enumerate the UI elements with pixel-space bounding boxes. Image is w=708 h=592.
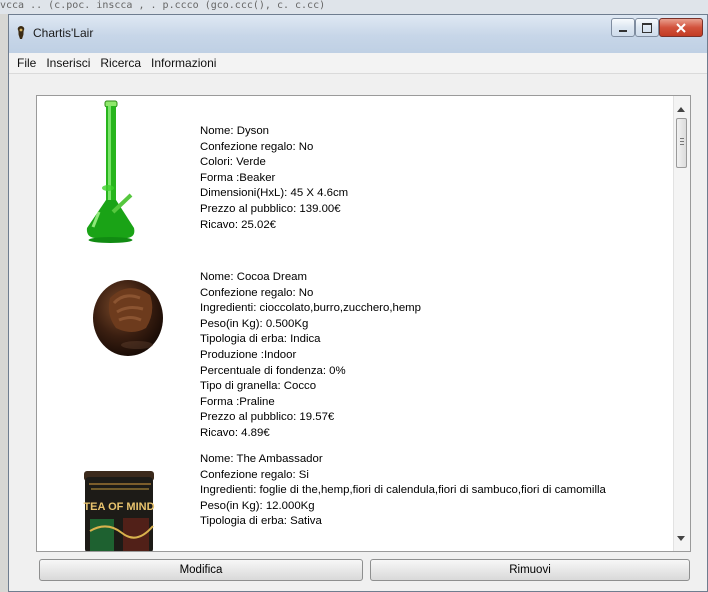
menu-bar: File Inserisci Ricerca Informazioni bbox=[9, 53, 707, 74]
detail-profit: Ricavo: 4.89€ bbox=[200, 426, 270, 439]
minimize-button[interactable] bbox=[611, 18, 635, 37]
chocolate-praline-image bbox=[93, 280, 163, 356]
tea-tin-image: TEA OF MIND bbox=[83, 471, 155, 551]
window-title: Chartis'Lair bbox=[33, 26, 94, 40]
detail-production: Produzione :Indoor bbox=[200, 348, 297, 361]
title-bar[interactable]: Chartis'Lair bbox=[9, 15, 707, 54]
menu-file[interactable]: File bbox=[12, 56, 41, 70]
background-window-strip: vcca .. (c.poc. inscca , . p.ccco (gco.c… bbox=[0, 0, 708, 14]
detail-weight: Peso(in Kg): 0.500Kg bbox=[200, 317, 309, 330]
grip-line bbox=[680, 138, 684, 139]
vertical-scrollbar[interactable] bbox=[673, 96, 690, 551]
scroll-down-icon[interactable] bbox=[677, 536, 685, 541]
detail-name: Nome: Dyson bbox=[200, 125, 270, 137]
green-glass-bong-image bbox=[86, 100, 135, 243]
detail-price: Prezzo al pubblico: 139.00€ bbox=[200, 202, 341, 215]
minimize-icon bbox=[619, 30, 627, 32]
detail-shape: Forma :Praline bbox=[200, 395, 275, 408]
product-details: Nome: The Ambassador Confezione regalo: … bbox=[200, 452, 606, 530]
app-icon bbox=[17, 26, 25, 39]
detail-name: Nome: The Ambassador bbox=[200, 453, 323, 465]
detail-price: Prezzo al pubblico: 19.57€ bbox=[200, 411, 335, 424]
detail-weight: Peso(in Kg): 12.000Kg bbox=[200, 499, 315, 512]
scroll-up-icon[interactable] bbox=[677, 107, 685, 112]
grip-line bbox=[680, 141, 684, 142]
detail-name: Nome: Cocoa Dream bbox=[200, 271, 307, 283]
menu-ricerca[interactable]: Ricerca bbox=[95, 56, 146, 70]
tea-tin-label: TEA OF MIND bbox=[83, 501, 154, 513]
menu-informazioni[interactable]: Informazioni bbox=[146, 56, 221, 70]
detail-colors: Colori: Verde bbox=[200, 156, 266, 169]
product-list[interactable]: Nome: Dyson Confezione regalo: No Colori… bbox=[36, 95, 691, 552]
close-icon bbox=[676, 22, 686, 33]
detail-melt-percentage: Percentuale di fondenza: 0% bbox=[200, 364, 346, 377]
product-item-the-ambassador[interactable]: TEA OF MIND Nome: The Ambassador Confezi… bbox=[37, 452, 673, 551]
remove-button[interactable]: Rimuovi bbox=[370, 559, 690, 581]
product-details: Nome: Dyson Confezione regalo: No Colori… bbox=[200, 124, 348, 233]
detail-gift-wrap: Confezione regalo: Si bbox=[200, 468, 309, 481]
product-item-cocoa-dream[interactable]: Nome: Cocoa Dream Confezione regalo: No … bbox=[37, 254, 673, 442]
scroll-thumb[interactable] bbox=[676, 118, 687, 168]
detail-herb-type: Tipologia di erba: Sativa bbox=[200, 515, 322, 528]
close-button[interactable] bbox=[659, 18, 703, 37]
grip-line bbox=[680, 144, 684, 145]
menu-inserisci[interactable]: Inserisci bbox=[41, 56, 95, 70]
maximize-button[interactable] bbox=[635, 18, 659, 37]
detail-shape: Forma :Beaker bbox=[200, 171, 276, 184]
product-details: Nome: Cocoa Dream Confezione regalo: No … bbox=[200, 270, 421, 442]
detail-profit: Ricavo: 25.02€ bbox=[200, 218, 276, 231]
background-text: vcca .. (c.poc. inscca , . p.ccco (gco.c… bbox=[0, 0, 326, 11]
detail-ingredients: Ingredienti: foglie di the,hemp,fiori di… bbox=[200, 484, 606, 497]
maximize-icon bbox=[642, 22, 652, 33]
detail-grain-type: Tipo di granella: Cocco bbox=[200, 380, 317, 393]
detail-ingredients: Ingredienti: cioccolato,burro,zucchero,h… bbox=[200, 302, 421, 315]
detail-dimensions: Dimensioni(HxL): 45 X 4.6cm bbox=[200, 187, 349, 200]
modify-button[interactable]: Modifica bbox=[39, 559, 363, 581]
background-window-edge bbox=[0, 14, 8, 592]
detail-gift-wrap: Confezione regalo: No bbox=[200, 286, 314, 299]
main-window: Chartis'Lair File Inserisci Ricerca Info… bbox=[8, 14, 708, 592]
detail-herb-type: Tipologia di erba: Indica bbox=[200, 333, 321, 346]
detail-gift-wrap: Confezione regalo: No bbox=[200, 140, 314, 153]
product-item-dyson[interactable]: Nome: Dyson Confezione regalo: No Colori… bbox=[37, 96, 673, 254]
